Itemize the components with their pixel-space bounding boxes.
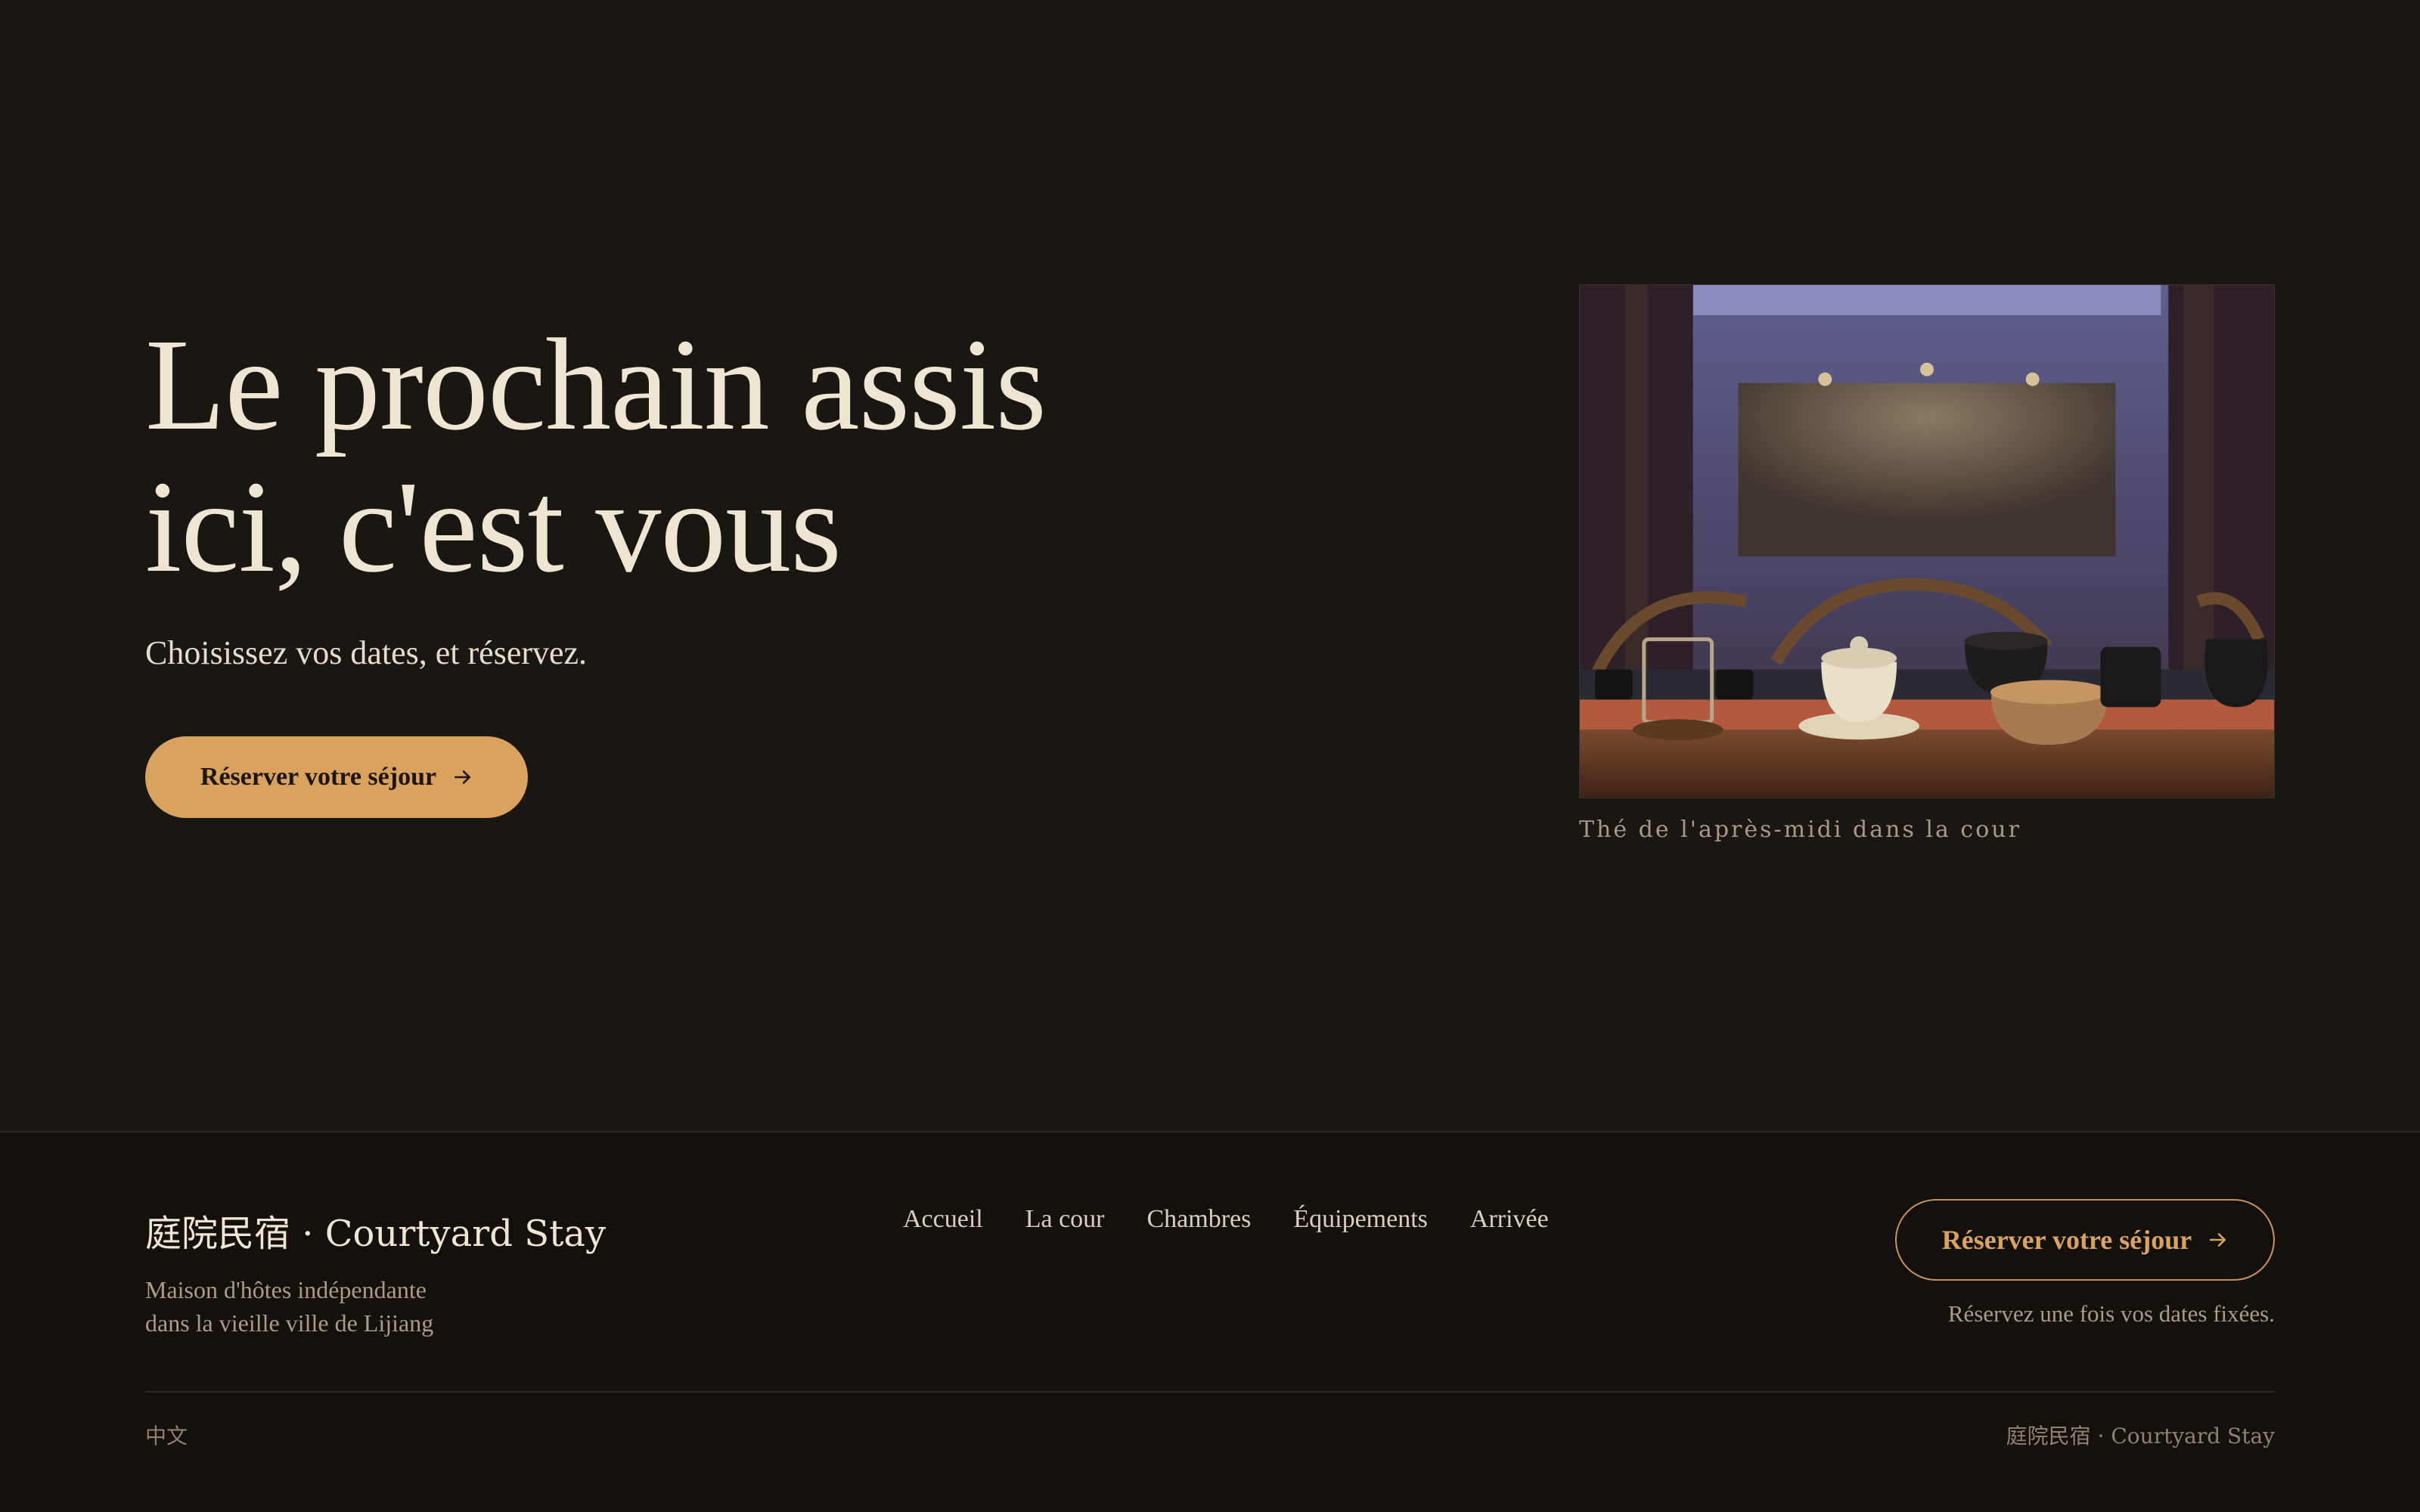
- hero-title-line-1: Le prochain assis: [145, 311, 1047, 457]
- hero-subtitle: Choisissez vos dates, et réservez.: [145, 634, 588, 671]
- photo-caption: Thé de l'après-midi dans la cour: [1579, 816, 2021, 843]
- footer-book-stay-button-label: Réserver votre séjour: [1941, 1225, 2192, 1255]
- nav-link-accueil[interactable]: Accueil: [903, 1205, 983, 1234]
- courtyard-tea-photo: [1579, 284, 2275, 798]
- footer-divider: [145, 1391, 2275, 1393]
- hero-section: Le prochain assis ici, c'est vous Choisi…: [0, 0, 2420, 1131]
- nav-link-equipements[interactable]: Équipements: [1293, 1205, 1428, 1234]
- brand-description: Maison d'hôtes indépendante dans la viei…: [145, 1273, 538, 1340]
- arrow-right-icon: [2210, 1233, 2226, 1247]
- footer-nav: Accueil La cour Chambres Équipements Arr…: [903, 1205, 1549, 1234]
- hero-title-line-2: ici, c'est vous: [145, 454, 842, 600]
- language-switch[interactable]: 中文: [145, 1420, 188, 1450]
- page: Le prochain assis ici, c'est vous Choisi…: [0, 0, 2420, 1512]
- site-footer: 庭院民宿 · Courtyard Stay Maison d'hôtes ind…: [0, 1131, 2420, 1512]
- brand-name: 庭院民宿 · Courtyard Stay: [145, 1213, 607, 1255]
- booking-note: Réservez une fois vos dates fixées.: [1947, 1300, 2275, 1327]
- footer-book-stay-button[interactable]: Réserver votre séjour: [1895, 1199, 2275, 1281]
- book-stay-button[interactable]: Réserver votre séjour: [145, 736, 528, 818]
- book-stay-button-label: Réserver votre séjour: [200, 763, 437, 791]
- footer-copyright: 庭院民宿 · Courtyard Stay: [2006, 1424, 2275, 1448]
- nav-link-arrivee[interactable]: Arrivée: [1470, 1205, 1549, 1234]
- brand-description-line-1: Maison d'hôtes indépendante: [145, 1276, 427, 1303]
- brand-description-line-2: dans la vieille ville de Lijiang: [145, 1309, 434, 1337]
- nav-link-la-cour[interactable]: La cour: [1025, 1205, 1105, 1234]
- hero-title: Le prochain assis ici, c'est vous: [145, 314, 1204, 598]
- nav-link-chambres[interactable]: Chambres: [1147, 1205, 1252, 1234]
- arrow-right-icon: [455, 770, 471, 784]
